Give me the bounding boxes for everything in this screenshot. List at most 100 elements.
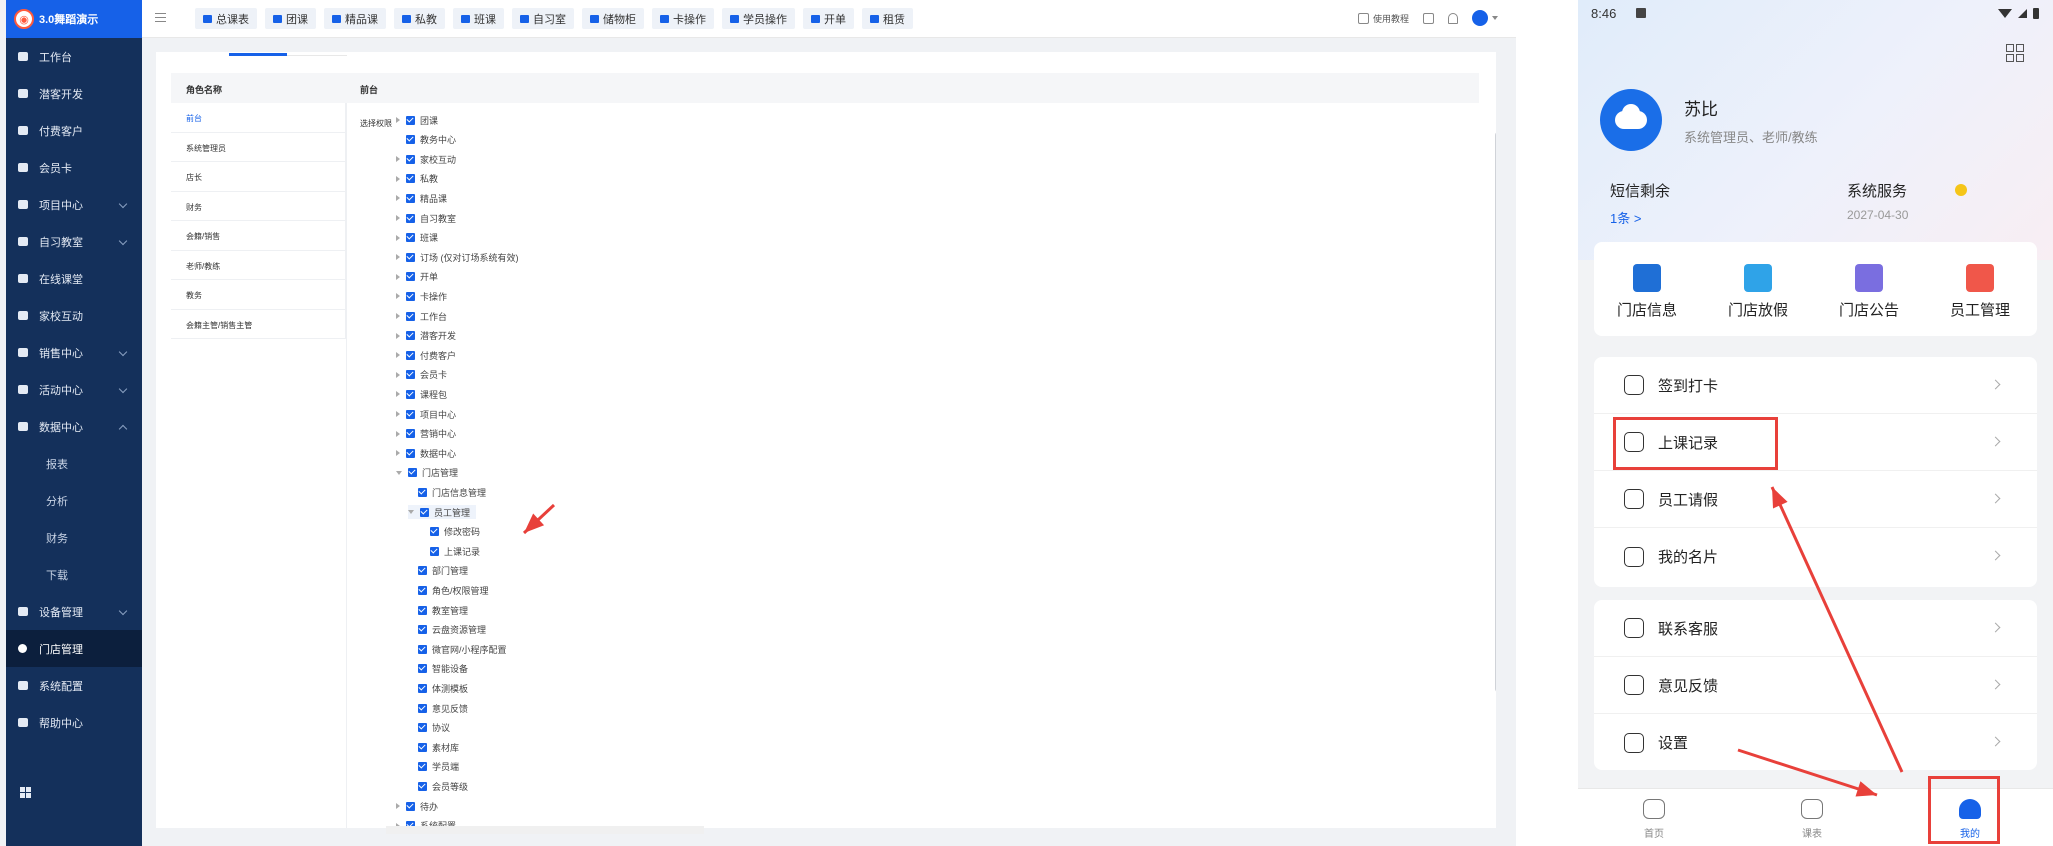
checkbox-checked[interactable] [430, 546, 439, 556]
tree-node[interactable]: 工作台 [396, 309, 447, 323]
tree-node[interactable]: 素材库 [408, 740, 459, 754]
checkbox-checked[interactable] [406, 154, 415, 164]
caret-right-icon[interactable] [396, 332, 400, 339]
quick-tab[interactable]: 班课 [453, 8, 504, 29]
caret-right-icon[interactable] [396, 293, 400, 300]
caret-right-icon[interactable] [396, 195, 400, 202]
checkbox-checked[interactable] [406, 115, 415, 125]
menu-item[interactable]: 设置 [1594, 714, 2037, 771]
caret-right-icon[interactable] [396, 117, 400, 123]
tree-node[interactable]: 数据中心 [396, 446, 456, 460]
tree-node[interactable]: 协议 [408, 721, 450, 735]
sidebar-item[interactable]: 数据中心 [6, 408, 142, 445]
brand-bar[interactable]: ◉ 3.0舞蹈演示 [6, 0, 142, 38]
menu-item[interactable]: 我的名片 [1594, 528, 2037, 585]
checkbox-checked[interactable] [406, 291, 415, 301]
checkbox-checked[interactable] [418, 762, 427, 772]
checkbox-checked[interactable] [420, 507, 429, 517]
quick-tab[interactable]: 学员操作 [722, 8, 795, 29]
tree-node[interactable]: 员工管理 [408, 505, 477, 519]
tree-node[interactable]: 部门管理 [408, 564, 468, 578]
bell-icon[interactable] [1448, 12, 1458, 24]
quick-action[interactable]: 员工管理 [1935, 264, 2025, 320]
checkbox-checked[interactable] [406, 252, 415, 262]
checkbox-checked[interactable] [406, 233, 415, 243]
caret-down-icon[interactable] [408, 510, 414, 514]
tree-node[interactable]: 课程包 [396, 387, 447, 401]
quick-tab[interactable]: 总课表 [195, 8, 257, 29]
sidebar-item[interactable]: 活动中心 [6, 371, 142, 408]
vertical-scrollbar[interactable] [1495, 132, 1496, 692]
caret-right-icon[interactable] [396, 234, 400, 241]
tree-node[interactable]: 智能设备 [408, 662, 468, 676]
caret-right-icon[interactable] [396, 411, 400, 417]
tree-node[interactable]: 上课记录 [420, 544, 480, 558]
quick-tab[interactable]: 自习室 [512, 8, 574, 29]
caret-right-icon[interactable] [396, 313, 400, 319]
role-row[interactable]: 会籍/销售 [171, 221, 346, 251]
role-row[interactable]: 会籍主管/销售主管 [171, 309, 346, 339]
tree-node[interactable]: 家校互动 [396, 152, 456, 166]
sidebar-item[interactable]: 报表 [6, 445, 142, 482]
quick-tab[interactable]: 开单 [803, 8, 854, 29]
quick-tab[interactable]: 团课 [265, 8, 316, 29]
checkbox-checked[interactable] [418, 683, 427, 693]
checkbox-checked[interactable] [418, 566, 427, 576]
sidebar-item[interactable]: 帮助中心 [6, 704, 142, 741]
caret-right-icon[interactable] [396, 254, 400, 261]
quick-tab[interactable]: 私教 [394, 8, 445, 29]
sidebar-item[interactable]: 分析 [6, 482, 142, 519]
tree-node[interactable]: 意见反馈 [408, 701, 468, 715]
chevron-down-icon[interactable] [1492, 16, 1498, 20]
qr-code-icon[interactable] [1423, 12, 1434, 24]
sidebar-item[interactable]: 在线课堂 [6, 260, 142, 297]
bottom-nav-item[interactable]: 课表 [1772, 799, 1852, 840]
role-row[interactable]: 财务 [171, 191, 346, 221]
checkbox-checked[interactable] [406, 193, 415, 203]
caret-right-icon[interactable] [396, 352, 400, 359]
checkbox-checked[interactable] [430, 527, 439, 537]
checkbox-checked[interactable] [418, 781, 427, 791]
menu-item[interactable]: 上课记录 [1594, 414, 2037, 471]
tree-node[interactable]: 私教 [396, 172, 438, 186]
tutorial-link[interactable]: 使用教程 [1373, 12, 1409, 25]
checkbox-checked[interactable] [406, 135, 415, 145]
checkbox-checked[interactable] [406, 350, 415, 360]
checkbox-checked[interactable] [406, 448, 415, 458]
role-row[interactable]: 前台 [171, 103, 346, 133]
tree-node[interactable]: 潜客开发 [396, 329, 456, 343]
qr-scan-icon[interactable] [2006, 44, 2024, 62]
quick-tab[interactable]: 卡操作 [652, 8, 714, 29]
tree-node[interactable]: 教务中心 [396, 133, 456, 147]
caret-right-icon[interactable] [396, 430, 400, 437]
tree-node[interactable]: 微官网/小程序配置 [408, 642, 507, 656]
checkbox-checked[interactable] [406, 272, 415, 282]
tree-node[interactable]: 门店信息管理 [408, 485, 486, 499]
sidebar-item[interactable]: 系统配置 [6, 667, 142, 704]
doc-icon[interactable] [1357, 12, 1369, 24]
tree-node[interactable]: 体测模板 [408, 681, 468, 695]
checkbox-checked[interactable] [418, 703, 427, 713]
tree-node[interactable]: 学员端 [408, 760, 459, 774]
caret-right-icon[interactable] [396, 156, 400, 163]
checkbox-checked[interactable] [408, 468, 417, 478]
sidebar-item[interactable]: 销售中心 [6, 334, 142, 371]
checkbox-checked[interactable] [406, 311, 415, 321]
tree-node[interactable]: 云盘资源管理 [408, 623, 486, 637]
checkbox-checked[interactable] [418, 585, 427, 595]
checkbox-checked[interactable] [418, 625, 427, 635]
menu-toggle-icon[interactable] [155, 13, 166, 22]
sidebar-item[interactable]: 自习教室 [6, 223, 142, 260]
sidebar-item[interactable]: 付费客户 [6, 112, 142, 149]
tree-node[interactable]: 角色/权限管理 [408, 583, 489, 597]
caret-right-icon[interactable] [396, 215, 400, 221]
caret-right-icon[interactable] [396, 391, 400, 398]
tree-node[interactable]: 订场 (仅对订场系统有效) [396, 250, 519, 264]
tree-node[interactable]: 会员等级 [408, 779, 468, 793]
checkbox-checked[interactable] [418, 723, 427, 733]
tree-node[interactable]: 待办 [396, 799, 438, 813]
checkbox-checked[interactable] [418, 605, 427, 615]
tree-node[interactable]: 卡操作 [396, 289, 447, 303]
tree-node[interactable]: 精品课 [396, 191, 447, 205]
tree-node[interactable]: 班课 [396, 231, 438, 245]
